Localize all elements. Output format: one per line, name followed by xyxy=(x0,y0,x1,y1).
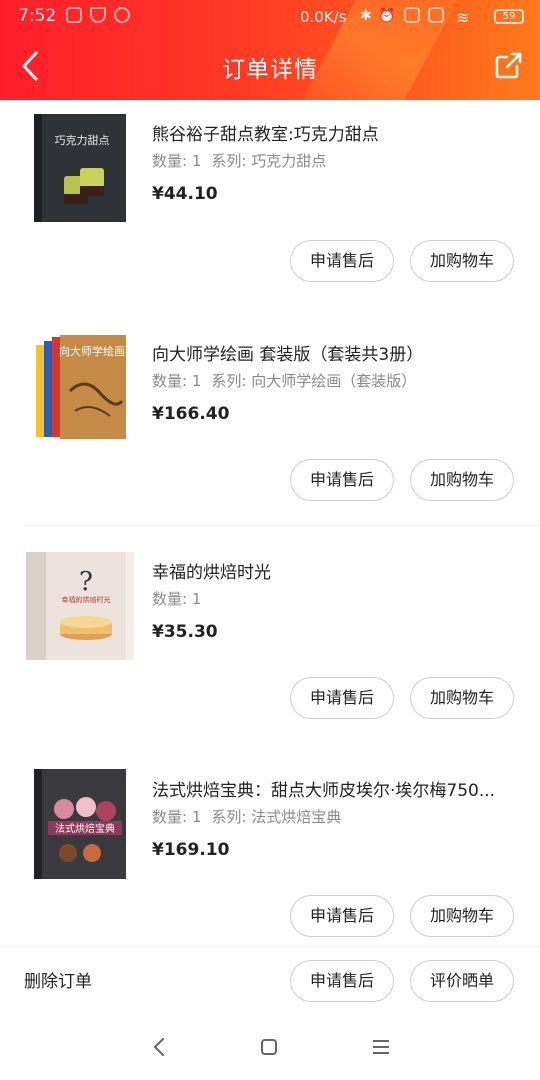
notification-icon xyxy=(66,7,82,23)
item-price: ¥166.40 xyxy=(152,404,230,424)
book-cover-image: ? 幸福的烘焙时光 xyxy=(26,552,134,660)
divider xyxy=(24,525,540,526)
item-name[interactable]: 法式烘焙宝典：甜点大师皮埃尔·埃尔梅750... xyxy=(152,776,512,801)
add-to-cart-button[interactable]: 加购物车 xyxy=(410,240,514,282)
after-sales-button[interactable]: 申请售后 xyxy=(290,960,394,1002)
status-time: 7:52 xyxy=(18,6,57,26)
bluetooth-icon: ✱ xyxy=(360,8,372,24)
order-action-bar: 删除订单 申请售后 评价晒单 xyxy=(0,946,540,1014)
alarm-icon: ⏰ xyxy=(378,8,396,24)
nav-home-button[interactable] xyxy=(254,1034,284,1060)
order-item: ? 幸福的烘焙时光 幸福的烘焙时光 数量: 1 ¥35.30 申请售后 加购物车 xyxy=(0,538,540,738)
add-to-cart-button[interactable]: 加购物车 xyxy=(410,459,514,501)
wifi-icon: ≋ xyxy=(456,8,470,27)
share-button[interactable] xyxy=(494,50,526,82)
after-sales-button[interactable]: 申请售后 xyxy=(290,459,394,501)
shield-icon xyxy=(90,7,106,23)
sim-icon xyxy=(404,7,420,23)
check-circle-icon xyxy=(114,7,130,23)
nav-menu-button[interactable] xyxy=(366,1034,396,1060)
nav-back-button[interactable] xyxy=(144,1034,174,1060)
item-name[interactable]: 幸福的烘焙时光 xyxy=(152,558,512,583)
item-name[interactable]: 熊谷裕子甜点教室:巧克力甜点 xyxy=(152,120,512,145)
book-cover[interactable]: ? 幸福的烘焙时光 xyxy=(24,550,136,662)
item-meta: 数量: 1 系列: 法式烘焙宝典 xyxy=(152,806,351,827)
book-cover[interactable]: 向大师学绘画 xyxy=(24,330,136,442)
item-price: ¥169.10 xyxy=(152,840,230,860)
item-quantity: 数量: 1 xyxy=(152,372,202,390)
cover-title: 法式烘焙宝典 xyxy=(55,822,115,835)
item-price: ¥35.30 xyxy=(152,622,218,642)
order-item: 向大师学绘画 向大师学绘画 套装版（套装共3册） 数量: 1 系列: 向大师学绘画… xyxy=(0,320,540,520)
item-quantity: 数量: 1 xyxy=(152,152,202,170)
svg-text:?: ? xyxy=(79,567,93,597)
book-cover-image: 向大师学绘画 xyxy=(36,335,126,439)
nav-home-icon xyxy=(261,1039,277,1055)
battery-icon: 59 xyxy=(494,9,524,24)
status-bar: 7:52 0.0K/s ✱ ⏰ ≋ 59 xyxy=(0,0,540,34)
add-to-cart-button[interactable]: 加购物车 xyxy=(410,895,514,937)
cover-title: 向大师学绘画 xyxy=(59,344,125,358)
item-series: 系列: 向大师学绘画（套装版） xyxy=(211,372,417,390)
share-icon xyxy=(495,52,522,79)
order-item: 法式烘焙宝典 法式烘焙宝典：甜点大师皮埃尔·埃尔梅750... 数量: 1 系列:… xyxy=(0,756,540,946)
review-button[interactable]: 评价晒单 xyxy=(410,960,514,1002)
item-series: 系列: 巧克力甜点 xyxy=(211,152,327,170)
header-bar: 7:52 0.0K/s ✱ ⏰ ≋ 59 订单详情 xyxy=(0,0,540,100)
book-cover[interactable]: 巧克力甜点 xyxy=(24,112,136,224)
item-name[interactable]: 向大师学绘画 套装版（套装共3册） xyxy=(152,340,512,365)
nav-back-icon xyxy=(154,1038,164,1056)
order-item: 巧克力甜点 熊谷裕子甜点教室:巧克力甜点 数量: 1 系列: 巧克力甜点 ¥44.… xyxy=(0,100,540,310)
book-cover-image: 巧克力甜点 xyxy=(34,114,126,222)
item-meta: 数量: 1 系列: 向大师学绘画（套装版） xyxy=(152,370,426,391)
cover-title: 幸福的烘焙时光 xyxy=(62,595,111,604)
item-series: 系列: 法式烘焙宝典 xyxy=(211,808,342,826)
signal-icon xyxy=(428,7,444,23)
add-to-cart-button[interactable]: 加购物车 xyxy=(410,677,514,719)
item-price: ¥44.10 xyxy=(152,184,218,204)
book-cover-image: 法式烘焙宝典 xyxy=(34,769,126,879)
item-meta: 数量: 1 系列: 巧克力甜点 xyxy=(152,150,336,171)
item-meta: 数量: 1 xyxy=(152,588,211,609)
after-sales-button[interactable]: 申请售后 xyxy=(290,240,394,282)
net-speed: 0.0K/s xyxy=(300,8,347,26)
item-quantity: 数量: 1 xyxy=(152,808,202,826)
delete-order-link[interactable]: 删除订单 xyxy=(24,967,92,992)
page-title: 订单详情 xyxy=(222,57,318,83)
cover-title: 巧克力甜点 xyxy=(55,134,110,147)
after-sales-button[interactable]: 申请售后 xyxy=(290,677,394,719)
menu-icon xyxy=(373,1040,389,1054)
book-cover[interactable]: 法式烘焙宝典 xyxy=(24,768,136,880)
system-nav-bar xyxy=(0,1014,540,1080)
after-sales-button[interactable]: 申请售后 xyxy=(290,895,394,937)
item-quantity: 数量: 1 xyxy=(152,590,202,608)
